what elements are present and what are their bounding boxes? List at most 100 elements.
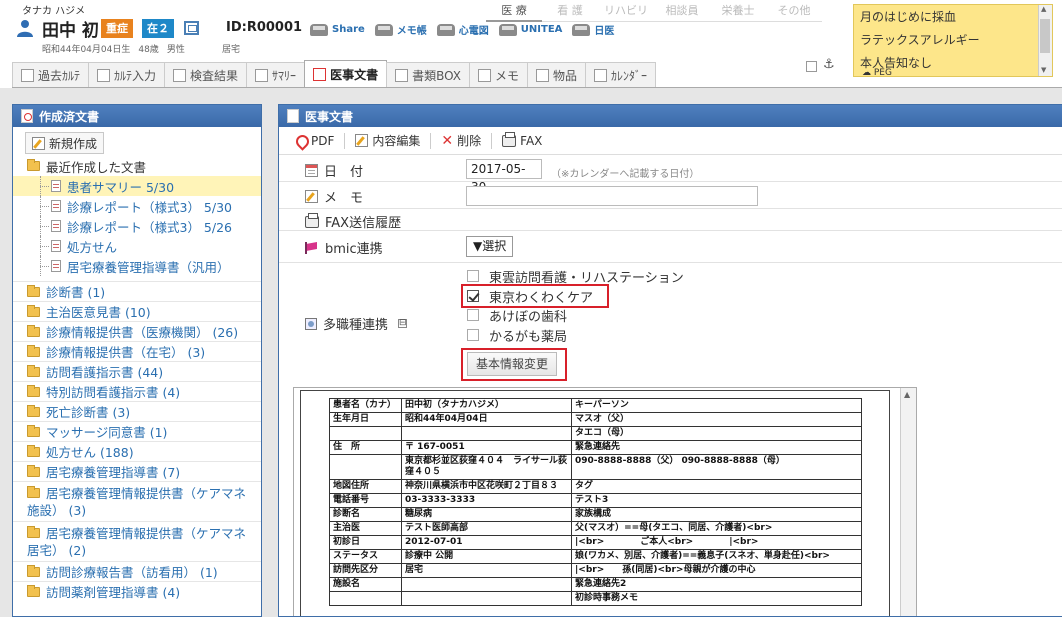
dept-tabs: 医 療 看 護 リハビリ 相談員 栄養士 その他 [486, 2, 822, 22]
nichii-link[interactable]: 日医 [572, 22, 614, 37]
car-icon [572, 23, 591, 36]
folder-item[interactable]: 主治医意見書 (10) [13, 301, 261, 321]
dept-tab-nursing[interactable]: 看 護 [542, 2, 598, 22]
dept-tab-rehab[interactable]: リハビリ [598, 2, 654, 22]
tab-test-results[interactable]: 検査結果 [164, 62, 248, 88]
fax-button[interactable]: FAX [498, 131, 546, 151]
folder-item[interactable]: 居宅療養管理情報提供書（ケアマネ 施設） (3) [13, 481, 261, 521]
tab-supplies[interactable]: 物品 [527, 62, 587, 88]
table-row: 診断名 糖尿病 家族構成 [329, 507, 862, 522]
tab-past-chart[interactable]: 過去ｶﾙﾃ [12, 62, 90, 88]
notes-scrollbar[interactable] [1038, 5, 1052, 76]
tab-calendar[interactable]: ｶﾚﾝﾀﾞｰ [585, 62, 657, 88]
new-document-button[interactable]: 新規作成 [25, 132, 105, 154]
home-status-badge: 在２ [142, 19, 174, 38]
document-table: 患者名（カナ） 田中初（タナカハジメ） キーパーソン 生年月日 昭和44年04月04日マ… [329, 398, 862, 606]
folder-item[interactable]: 診断書 (1) [13, 281, 261, 301]
unitea-link[interactable]: UNITEA [498, 22, 562, 37]
delete-button[interactable]: ✕ 削除 [437, 131, 485, 151]
memo-link[interactable]: メモ帳 [374, 22, 427, 37]
ecg-link[interactable]: 心電図 [436, 22, 489, 37]
facility-item[interactable]: 東雲訪問看護・リハステーション [467, 266, 684, 286]
folder-item[interactable]: 死亡診断書 (3) [13, 401, 261, 421]
folder-item[interactable]: 診療情報提供書（医療機関） (26) [13, 321, 261, 341]
fax-history-row[interactable]: FAX送信履歴 [279, 209, 1062, 231]
preview-scrollbar[interactable] [900, 388, 916, 616]
share-link[interactable]: Share [310, 22, 365, 37]
list-item[interactable]: 患者サマリー 5/30 [13, 176, 261, 196]
folder-item[interactable]: 処方せん (188) [13, 441, 261, 461]
panel-header: 医事文書 [279, 105, 1062, 127]
folder-item[interactable]: 居宅療養管理情報提供書（ケアマネ 居宅） (2) [13, 521, 261, 561]
edit-content-button[interactable]: 内容編集 [351, 131, 424, 151]
list-item[interactable]: 処方せん [13, 236, 261, 256]
folder-item[interactable]: 居宅療養管理指導書 (7) [13, 461, 261, 481]
collapse-icon[interactable]: ⊟ [398, 319, 408, 328]
document-page: 患者名（カナ） 田中初（タナカハジメ） キーパーソン 生年月日 昭和44年04月04日マ… [300, 390, 890, 616]
pen-icon [478, 69, 491, 82]
row-right: |<br> 孫(同居)<br>母親が介護の中心 [571, 563, 862, 578]
bmic-select[interactable]: ▼選択 [466, 236, 514, 257]
table-row: 地図住所 神奈川県横浜市中区花咲町２丁目８３ タグ [329, 479, 862, 494]
list-item[interactable]: 診療レポート（様式3） 5/26 [13, 216, 261, 236]
tab-chart-input[interactable]: ｶﾙﾃ入力 [88, 62, 166, 88]
people-icon [305, 317, 317, 330]
severity-badge: 重症 [101, 19, 133, 38]
edit-icon [305, 190, 318, 203]
row-value [401, 577, 572, 592]
row-value: 昭和44年04月04日 [401, 412, 572, 427]
calendar-icon [305, 164, 318, 177]
dept-tab-dietitian[interactable]: 栄養士 [710, 2, 766, 22]
memo-input[interactable] [466, 186, 758, 206]
tab-medical-documents[interactable]: 医事文書 [304, 60, 388, 88]
checkbox[interactable] [467, 329, 479, 341]
row-right: 緊急連絡先 [571, 440, 862, 455]
tab-memo[interactable]: メモ [469, 62, 529, 88]
dept-tab-counselor[interactable]: 相談員 [654, 2, 710, 22]
folder-item[interactable]: 診療情報提供書（在宅） (3) [13, 341, 261, 361]
checkbox[interactable] [467, 309, 479, 321]
new-window-icon[interactable] [184, 21, 199, 35]
folder-item[interactable]: 訪問診療報告書（訪看用） (1) [13, 561, 261, 581]
row-right: |<br> ご本人<br> |<br> [571, 535, 862, 550]
calendar-icon [594, 69, 608, 82]
content-area: 作成済文書 新規作成 最近作成した文書 患者サマリー 5/30 診療レポート（様… [0, 88, 1062, 617]
row-right: タエコ（母） [571, 426, 862, 441]
tab-document-box[interactable]: 書類BOX [386, 62, 470, 88]
row-value: 診療中 公開 [401, 549, 572, 564]
pdf-button[interactable]: PDF [291, 131, 338, 151]
facility-item[interactable]: かるがも薬局 [467, 325, 567, 345]
folder-icon [27, 384, 40, 397]
row-label: 電話番号 [329, 493, 402, 508]
document-icon [51, 200, 61, 212]
folder-icon [27, 444, 40, 457]
checkbox[interactable] [467, 270, 479, 282]
list-item[interactable]: 診療レポート（様式3） 5/30 [13, 196, 261, 216]
folder-icon [27, 364, 40, 377]
document-preview[interactable]: 患者名（カナ） 田中初（タナカハジメ） キーパーソン 生年月日 昭和44年04月04日マ… [293, 387, 917, 616]
peg-label: ☁ PEG [862, 68, 892, 78]
memo-label: メ モ [324, 191, 364, 206]
folder-item[interactable]: 訪問薬剤管理指導書 (4) [13, 581, 261, 601]
tab-summary[interactable]: ｻﾏﾘｰ [246, 62, 306, 88]
anchor-icon[interactable]: ⚓ [823, 57, 835, 72]
patient-sex: 男性 [166, 45, 185, 55]
patient-notes[interactable]: 月のはじめに採血 ラテックスアレルギー 本人告知なし [853, 4, 1053, 77]
row-label: 施設名 [329, 577, 402, 592]
header-checkbox[interactable] [806, 61, 817, 72]
folder-item[interactable]: マッサージ同意書 (1) [13, 421, 261, 441]
recent-documents-folder[interactable]: 最近作成した文書 [13, 156, 261, 176]
facility-item[interactable]: あけぼの歯科 [467, 305, 567, 325]
patient-birth: 昭和44年04月04日生 [42, 45, 131, 55]
table-row: 訪問先区分 居宅 |<br> 孫(同居)<br>母親が介護の中心 [329, 563, 862, 578]
folder-item[interactable]: 特別訪問看護指示書 (4) [13, 381, 261, 401]
dept-tab-other[interactable]: その他 [766, 2, 822, 22]
date-input[interactable]: 2017-05-30 [466, 159, 542, 194]
row-label [329, 591, 402, 606]
row-right: テスト3 [571, 493, 862, 508]
table-row: 電話番号 03-3333-3333 テスト3 [329, 493, 862, 508]
list-item[interactable]: 居宅療養管理指導書（汎用） [13, 256, 261, 276]
folder-item[interactable]: 訪問看護指示書 (44) [13, 361, 261, 381]
dept-tab-medical[interactable]: 医 療 [486, 2, 542, 22]
patient-name[interactable]: 田中 初 [42, 16, 99, 41]
